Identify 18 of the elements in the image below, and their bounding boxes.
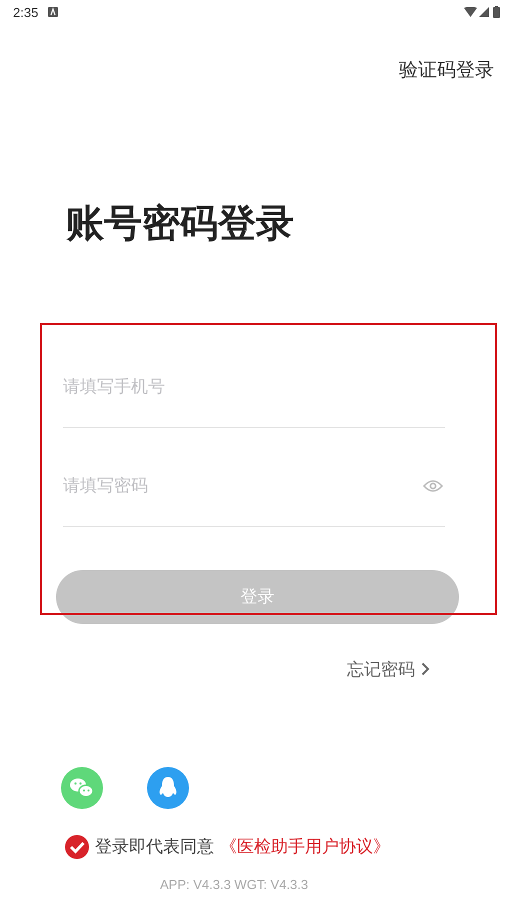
checkbox[interactable]: [65, 834, 89, 859]
notification-icon: [48, 7, 58, 17]
phone-field[interactable]: 请填写手机号: [63, 372, 445, 402]
page-title: 账号密码登录: [66, 201, 295, 247]
signal-icon: [479, 7, 489, 17]
status-time: 2:35: [13, 4, 38, 20]
chat-bubbles-icon[interactable]: [61, 766, 103, 809]
chevron-right-icon: [421, 662, 430, 676]
forgot-password-link[interactable]: 忘记密码: [347, 658, 430, 681]
battery-icon: [493, 6, 500, 18]
user-agreement-link[interactable]: 《医检助手用户协议》: [220, 835, 390, 858]
eye-icon[interactable]: [423, 478, 443, 493]
wifi-icon: [464, 7, 477, 17]
code-login-link[interactable]: 验证码登录: [399, 57, 494, 83]
penguin-icon[interactable]: [147, 766, 189, 809]
version-text: APP: V4.3.3 WGT: V4.3.3: [160, 876, 310, 892]
password-field[interactable]: 请填写密码: [63, 470, 423, 501]
agreement-text: 登录即代表同意: [95, 836, 214, 858]
